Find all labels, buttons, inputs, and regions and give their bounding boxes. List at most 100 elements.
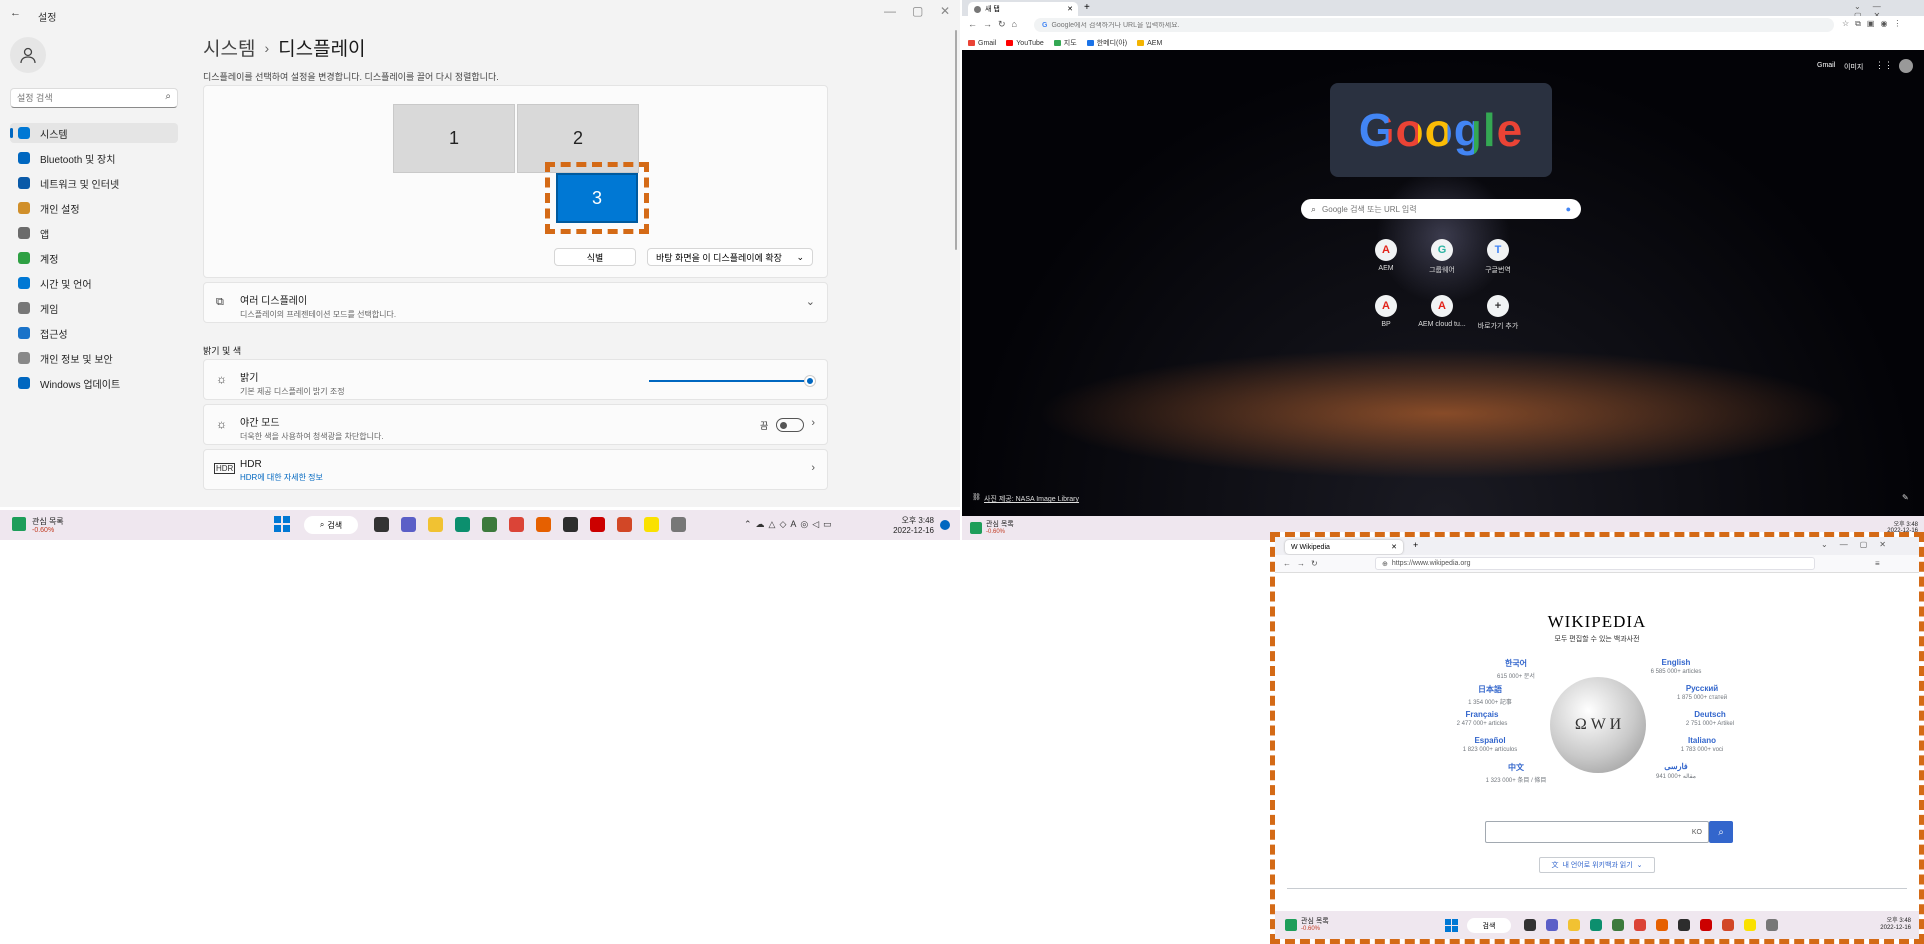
ntp-shortcut[interactable]: A AEM cloud tu...: [1412, 295, 1472, 328]
stocks-widget-icon[interactable]: [970, 522, 982, 534]
night-light-row[interactable]: ☼ 야간 모드 더욱한 색을 사용하여 청색광을 차단합니다. 끔 ›: [203, 404, 828, 445]
firefox-tab[interactable]: W Wikipedia ✕: [1285, 540, 1403, 554]
bookmark-item[interactable]: 지도: [1053, 38, 1077, 48]
taskbar-date[interactable]: 2022-12-16: [1871, 925, 1911, 931]
acrobat-icon[interactable]: [1700, 919, 1712, 931]
new-tab-button[interactable]: +: [1084, 2, 1090, 13]
language-link[interactable]: Русский 1 875 000+ статей: [1647, 684, 1757, 701]
chat-icon[interactable]: [401, 517, 416, 532]
read-in-language-button[interactable]: 文 내 언어로 위키백과 읽기 ⌄: [1539, 857, 1655, 873]
language-select[interactable]: KO: [1692, 829, 1702, 836]
profile-avatar[interactable]: [1899, 59, 1913, 73]
taskbar-time[interactable]: 오후 3:48: [888, 515, 934, 526]
sidebar-item-3[interactable]: 개인 설정: [10, 198, 178, 218]
app-icon[interactable]: [1612, 919, 1624, 931]
settings-app-icon[interactable]: [1766, 919, 1778, 931]
sidebar-item-9[interactable]: 개인 정보 및 보안: [10, 348, 178, 368]
language-link[interactable]: Deutsch 2 751 000+ Artikel: [1655, 710, 1765, 727]
images-link[interactable]: 이미지: [1844, 62, 1863, 72]
ntp-shortcut[interactable]: A BP: [1356, 295, 1416, 328]
task-view-icon[interactable]: [1524, 919, 1536, 931]
powerpoint-icon[interactable]: [617, 517, 632, 532]
microphone-icon[interactable]: ●: [1566, 204, 1571, 214]
language-link[interactable]: Français 2 477 000+ articles: [1427, 710, 1537, 727]
sidebar-item-4[interactable]: 앱: [10, 223, 178, 243]
wikipedia-search-box[interactable]: KO: [1485, 821, 1709, 843]
menu-icon[interactable]: ≡: [1875, 559, 1880, 568]
terminal-icon[interactable]: [563, 517, 578, 532]
edge-icon[interactable]: [455, 517, 470, 532]
chrome-address-input[interactable]: [1051, 21, 1552, 29]
multiple-displays-row[interactable]: ⧉ 여러 디스플레이 디스플레이의 프레젠테이션 모드를 선택합니다. ⌄: [203, 282, 828, 323]
photo-credit-link[interactable]: 사진 제공: NASA Image Library: [984, 494, 1079, 504]
kakaotalk-icon[interactable]: [1744, 919, 1756, 931]
settings-search[interactable]: ⌕: [10, 88, 178, 108]
ntp-search-input[interactable]: [1322, 204, 1560, 214]
sidebar-item-2[interactable]: 네트워크 및 인터넷: [10, 173, 178, 193]
file-explorer-icon[interactable]: [1568, 919, 1580, 931]
start-button[interactable]: [1445, 919, 1458, 932]
identify-button[interactable]: 식별: [554, 248, 636, 266]
chat-icon[interactable]: [1546, 919, 1558, 931]
wikipedia-search-button[interactable]: ⌕: [1709, 821, 1733, 843]
file-explorer-icon[interactable]: [428, 517, 443, 532]
language-link[interactable]: 中文 1 323 000+ 条目 / 條目: [1461, 762, 1571, 784]
taskbar-search[interactable]: ⌕ 검색: [304, 516, 358, 534]
chrome-address-bar[interactable]: G: [1034, 18, 1834, 32]
language-link[interactable]: 한국어 615 000+ 문서: [1461, 658, 1571, 680]
sidebar-item-10[interactable]: Windows 업데이트: [10, 373, 178, 393]
edge-icon[interactable]: [1590, 919, 1602, 931]
firefox-icon[interactable]: [1656, 919, 1668, 931]
breadcrumb-parent[interactable]: 시스템: [203, 34, 255, 61]
chrome-tab[interactable]: 새 탭 ✕: [968, 2, 1078, 16]
app-icon[interactable]: [482, 517, 497, 532]
settings-app-icon[interactable]: [671, 517, 686, 532]
night-light-toggle[interactable]: [776, 418, 804, 432]
brightness-slider-thumb[interactable]: [805, 376, 815, 386]
chrome-extensions-icon[interactable]: ☆⧉▣◉⋮: [1842, 19, 1907, 29]
hdr-row[interactable]: HDR HDR HDR에 대한 자세한 정보 ›: [203, 449, 828, 490]
sidebar-item-7[interactable]: 게임: [10, 298, 178, 318]
taskbar-time[interactable]: 오후 3:48: [1882, 519, 1918, 528]
ntp-search-box[interactable]: ⌕ ●: [1301, 199, 1581, 219]
sidebar-item-0[interactable]: 시스템: [10, 123, 178, 143]
notification-badge[interactable]: [940, 520, 950, 530]
close-button[interactable]: ✕: [940, 4, 950, 18]
ntp-shortcut[interactable]: A AEM: [1356, 239, 1416, 272]
settings-search-input[interactable]: [17, 91, 157, 105]
sidebar-item-6[interactable]: 시간 및 언어: [10, 273, 178, 293]
taskbar-date[interactable]: 2022-12-16: [888, 526, 934, 535]
firefox-window-controls[interactable]: ⌄—▢✕: [1821, 540, 1898, 549]
language-link[interactable]: فارسی 941 000+ مقاله: [1621, 762, 1731, 780]
ntp-shortcut[interactable]: + 바로가기 추가: [1468, 295, 1528, 331]
close-tab-icon[interactable]: ✕: [1067, 5, 1073, 13]
bookmark-item[interactable]: YouTube: [1006, 38, 1044, 48]
powerpoint-icon[interactable]: [1722, 919, 1734, 931]
wikipedia-search-input[interactable]: [1490, 823, 1692, 841]
extend-display-select[interactable]: 바탕 화면을 이 디스플레이에 확장 ⌄: [647, 248, 813, 266]
bookmark-item[interactable]: 한메디(아): [1086, 38, 1127, 48]
firefox-icon[interactable]: [536, 517, 551, 532]
taskbar-time[interactable]: 오후 3:48: [1871, 915, 1911, 924]
start-button[interactable]: [274, 516, 290, 532]
ntp-shortcut[interactable]: T 구글번역: [1468, 239, 1528, 275]
language-link[interactable]: Español 1 823 000+ artículos: [1435, 736, 1545, 753]
back-arrow-icon[interactable]: ←: [10, 7, 21, 19]
avatar[interactable]: [10, 37, 46, 73]
bookmark-item[interactable]: Gmail: [968, 38, 996, 48]
gmail-link[interactable]: Gmail: [1817, 62, 1835, 69]
stocks-widget-icon[interactable]: [12, 517, 26, 531]
system-tray-icons[interactable]: ⌃☁△◇A◎◁▭: [744, 519, 836, 530]
minimize-button[interactable]: —: [884, 4, 896, 18]
google-doodle[interactable]: Google: [1330, 83, 1552, 177]
taskbar-search[interactable]: 검색: [1467, 918, 1511, 933]
language-link[interactable]: English 6 585 000+ articles: [1621, 658, 1731, 675]
brightness-slider[interactable]: [649, 380, 809, 382]
nav-buttons-icon[interactable]: ←→↻⌂: [968, 19, 1023, 30]
chrome-icon[interactable]: [509, 517, 524, 532]
nav-buttons-icon[interactable]: ←→↻: [1283, 559, 1324, 568]
bookmark-item[interactable]: AEM: [1137, 38, 1162, 48]
sidebar-item-5[interactable]: 계정: [10, 248, 178, 268]
customize-pencil-icon[interactable]: ✎: [1902, 493, 1909, 502]
apps-grid-icon[interactable]: ⋮⋮: [1875, 60, 1893, 71]
